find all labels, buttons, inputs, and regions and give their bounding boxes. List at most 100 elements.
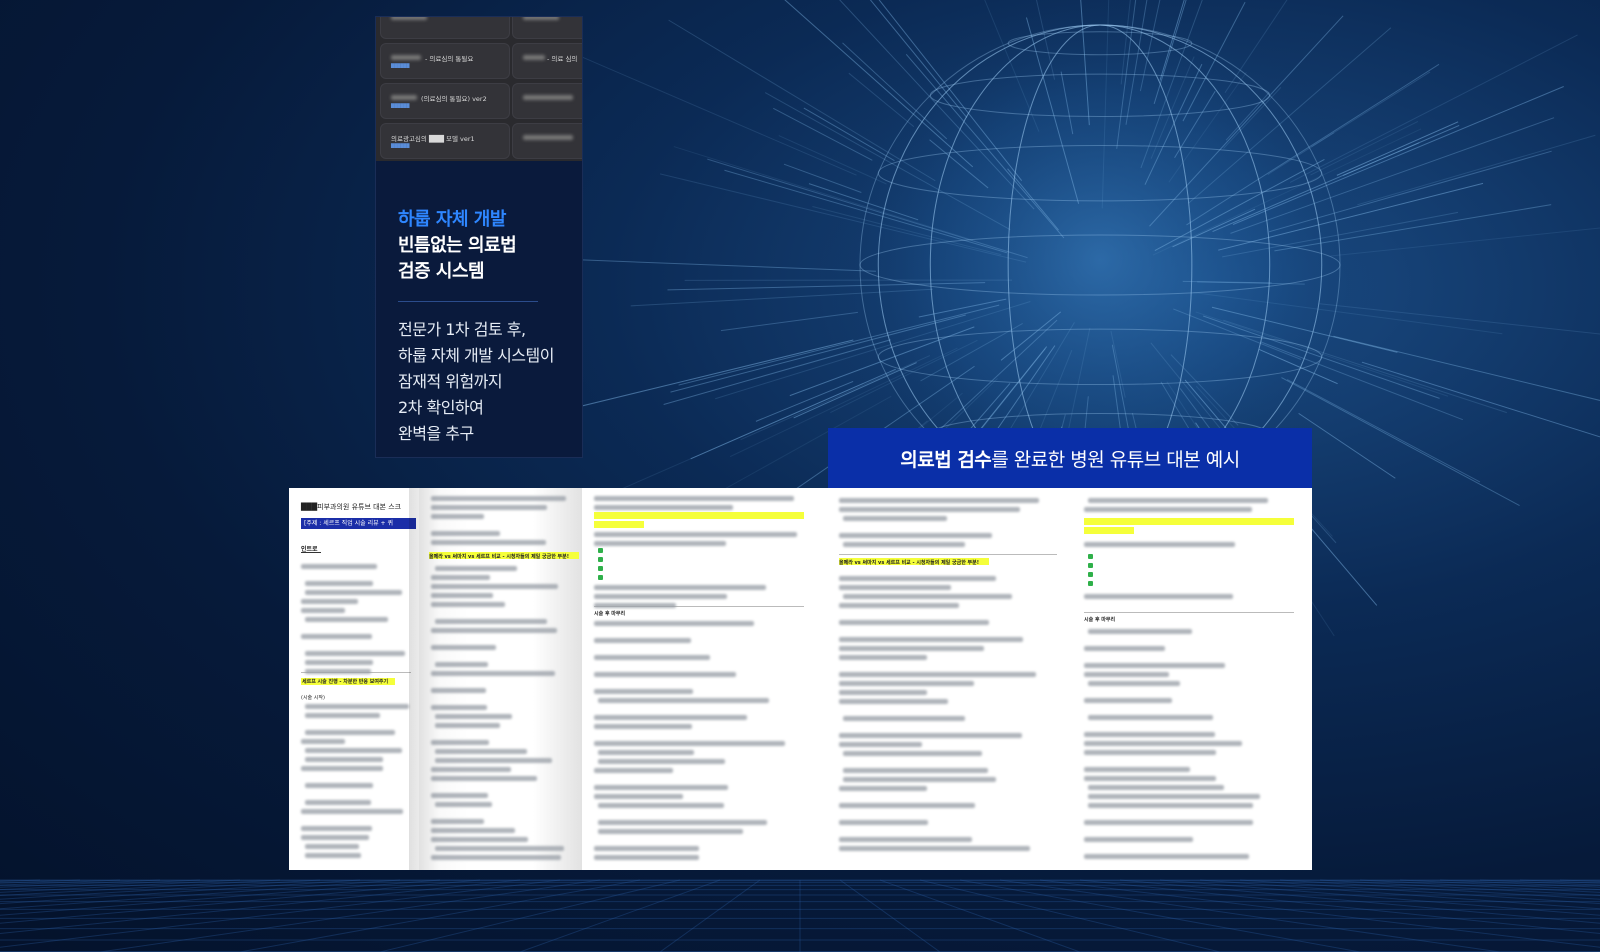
thumbnail-card[interactable]: 의료광고심의 ███ 모델 ver1 ██████ <box>380 123 510 159</box>
redacted-text-line <box>1088 794 1260 799</box>
redacted-text-line <box>1084 750 1216 755</box>
redacted-text-line <box>598 698 769 703</box>
thumbnail-title: 의료광고심의 ███ 모델 ver1 <box>391 135 475 143</box>
redacted-text-line <box>843 751 982 756</box>
redacted-text-line <box>305 748 402 753</box>
section-label: 시술 후 마무리 <box>594 611 626 617</box>
redacted-text-line <box>301 826 372 831</box>
document-thumbnail-grid: - 의료심의 통될요 ██████ - 의료 심의 (의료심의 통필요) ver… <box>376 17 582 161</box>
document-page: 올페라 vs 써마지 vs 세르프 비교 - 시청자들의 제일 궁금한 부분! <box>419 488 582 870</box>
redacted-text-line <box>1084 741 1242 746</box>
redacted-text-line <box>594 603 676 608</box>
redacted-text-line <box>301 835 369 840</box>
thumbnail-card[interactable] <box>380 17 510 39</box>
redacted-text-line <box>843 516 947 521</box>
redacted-text-line <box>594 689 693 694</box>
redacted-text-line <box>431 793 488 798</box>
redacted-text-line <box>1088 803 1253 808</box>
redacted-text-line <box>1084 542 1235 547</box>
redacted-text-line <box>305 581 373 586</box>
redacted-text-line <box>839 585 951 590</box>
redacted-text-line <box>435 758 552 763</box>
redacted-text-line <box>1084 820 1253 825</box>
document-topic-bar: [주제 : 세르프 직업 시술 리뷰 + 퀴 <box>301 518 416 529</box>
redacted-text-line <box>435 619 547 624</box>
redacted-text-line <box>1088 785 1224 790</box>
document-page: 시술 후 마무리 <box>1072 488 1312 870</box>
redacted-text-line <box>305 617 388 622</box>
redacted-text-line <box>839 846 1030 851</box>
redacted-text-line <box>594 655 710 660</box>
redacted-text-line <box>594 724 692 729</box>
redacted-text-line <box>431 540 546 545</box>
thumbnail-date: ██████ <box>391 103 410 108</box>
redacted-text-line <box>431 575 490 580</box>
redacted-text-line <box>594 855 699 860</box>
redacted-text-line <box>1084 663 1225 668</box>
section-note: (시술 시작) <box>301 695 325 701</box>
redacted-text-line <box>305 757 383 762</box>
redacted-text-line <box>301 809 403 814</box>
redacted-text-line <box>1084 507 1252 512</box>
redacted-text-line <box>1088 498 1268 503</box>
redacted-text-line <box>435 714 512 719</box>
redacted-text-line <box>305 590 402 595</box>
redacted-text-line <box>301 634 372 639</box>
thumbnail-card[interactable]: - 의료 심의 <box>512 43 582 79</box>
card-description-line: 하룹 자체 개발 시스템이 <box>398 346 554 365</box>
redacted-text-line <box>301 766 383 771</box>
redacted-text-line <box>431 531 500 536</box>
redacted-text-line <box>839 646 984 651</box>
thumbnail-date: ██████ <box>391 63 410 68</box>
redacted-text-line <box>431 602 505 607</box>
redacted-text-line <box>431 688 486 693</box>
redacted-text-line <box>839 533 992 538</box>
redacted-text-line <box>839 498 1039 503</box>
card-description-line: 2차 확인하여 <box>398 398 484 417</box>
thumbnail-title: - 의료심의 통될요 <box>425 55 474 63</box>
redacted-text-line <box>431 628 557 633</box>
card-description-line: 잠재적 위험까지 <box>398 372 503 391</box>
example-banner: 의료법 검수 를 완료한 병원 유튜브 대본 예시 <box>828 428 1312 488</box>
card-heading-accent: 하룹 자체 개발 <box>398 209 506 230</box>
redacted-text-line <box>1084 767 1190 772</box>
redacted-text-line <box>431 828 515 833</box>
redacted-text-line <box>301 608 345 613</box>
redacted-text-line <box>431 767 511 772</box>
redacted-text-line <box>1084 646 1165 651</box>
redacted-text-line <box>305 730 395 735</box>
redacted-text-line <box>305 800 371 805</box>
redacted-text-line <box>431 740 489 745</box>
redacted-text-line <box>594 638 691 643</box>
thumbnail-card[interactable] <box>512 83 582 119</box>
card-heading-line: 검증 시스템 <box>398 261 485 282</box>
redacted-text-line <box>598 750 694 755</box>
card-description: 전문가 1차 검토 후, 하룹 자체 개발 시스템이 잠재적 위험까지 2차 확… <box>398 317 578 447</box>
redacted-text-line <box>435 662 488 667</box>
redacted-text-line <box>301 564 377 569</box>
redacted-text-line <box>305 844 359 849</box>
redacted-text-line <box>1084 776 1216 781</box>
thumbnail-card[interactable]: (의료심의 통필요) ver2 ██████ <box>380 83 510 119</box>
card-heading-line: 빈틈없는 의료법 <box>398 235 517 256</box>
redacted-text-line <box>1084 672 1169 677</box>
redacted-text-line <box>305 713 380 718</box>
redacted-text-line <box>431 584 558 589</box>
redacted-text-line <box>594 594 727 599</box>
redacted-text-line <box>843 594 1012 599</box>
redacted-text-line <box>598 829 743 834</box>
thumbnail-title: (의료심의 통필요) ver2 <box>421 95 487 103</box>
document-title: ███피부과의원 유튜브 대본 스크 <box>301 503 402 511</box>
thumbnail-card[interactable] <box>512 123 582 159</box>
redacted-text-line <box>843 716 965 721</box>
redacted-text-line <box>839 507 1020 512</box>
redacted-text-line <box>305 783 373 788</box>
redacted-text-line <box>435 566 517 571</box>
redacted-text-line <box>839 655 927 660</box>
section-label: 시술 후 마무리 <box>1084 617 1116 623</box>
redacted-text-line <box>839 742 922 747</box>
redacted-text-line <box>305 704 409 709</box>
thumbnail-card[interactable] <box>512 17 582 39</box>
redacted-text-line <box>594 785 728 790</box>
thumbnail-card[interactable]: - 의료심의 통될요 ██████ <box>380 43 510 79</box>
